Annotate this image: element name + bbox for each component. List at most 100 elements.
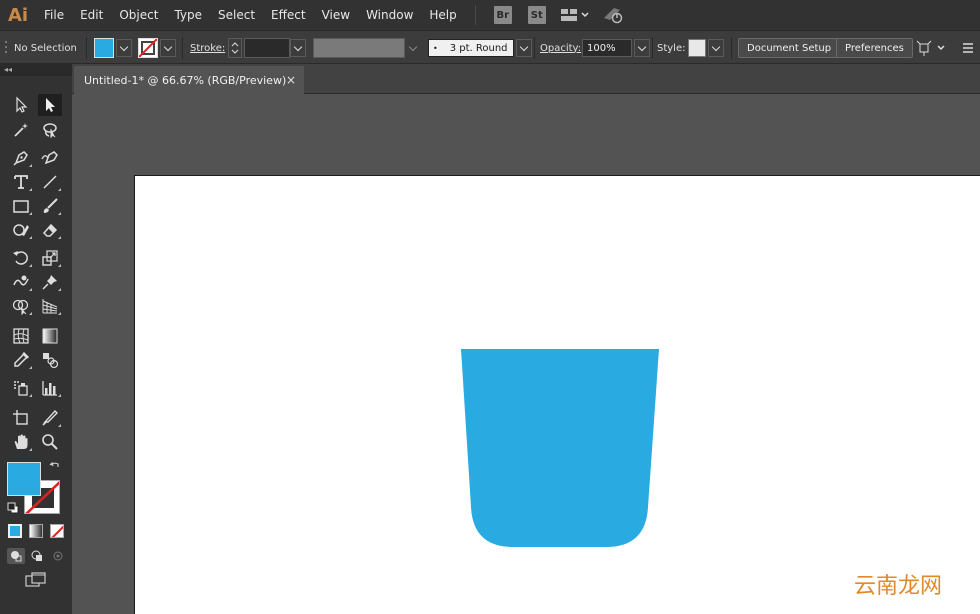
tool-group-indicator bbox=[58, 394, 61, 397]
default-colors-button[interactable] bbox=[7, 502, 19, 514]
menu-window[interactable]: Window bbox=[358, 0, 421, 30]
grip-icon bbox=[5, 41, 7, 53]
shape-builder-tool[interactable] bbox=[9, 295, 33, 317]
canvas-area[interactable]: 云南龙网 bbox=[72, 94, 980, 614]
gradient-tool[interactable] bbox=[38, 325, 62, 347]
artboard[interactable] bbox=[134, 175, 980, 614]
hand-tool[interactable] bbox=[9, 431, 33, 453]
document-setup-button[interactable]: Document Setup bbox=[738, 38, 841, 58]
rectangle-tool[interactable] bbox=[9, 195, 33, 217]
menu-help[interactable]: Help bbox=[421, 0, 464, 30]
menu-effect[interactable]: Effect bbox=[263, 0, 314, 30]
chevron-down-icon bbox=[711, 42, 721, 51]
menu-file[interactable]: File bbox=[36, 0, 72, 30]
close-icon[interactable]: × bbox=[286, 73, 296, 87]
direct-selection-tool[interactable] bbox=[38, 94, 62, 116]
draw-behind-button[interactable] bbox=[28, 548, 46, 564]
bridge-button[interactable]: Br bbox=[493, 6, 512, 24]
variable-width-dropdown[interactable] bbox=[405, 38, 421, 58]
default-colors-icon bbox=[7, 502, 19, 514]
control-bar: No Selection Stroke: • 3 pt. Round Opaci… bbox=[0, 30, 980, 64]
screen-mode-icon bbox=[25, 572, 46, 587]
grip-handle[interactable] bbox=[4, 31, 10, 65]
warp-icon bbox=[13, 275, 29, 286]
paintbrush-tool[interactable] bbox=[38, 195, 62, 217]
fill-color-box[interactable] bbox=[7, 462, 41, 496]
line-segment-tool[interactable] bbox=[38, 171, 62, 193]
fill-dropdown[interactable] bbox=[116, 39, 132, 57]
perspective-grid-tool[interactable] bbox=[38, 295, 62, 317]
tool-group-indicator bbox=[58, 424, 61, 427]
color-mode-button[interactable] bbox=[8, 524, 22, 538]
magic-wand-icon bbox=[14, 123, 28, 137]
gradient-icon bbox=[42, 328, 58, 344]
panel-menu-button[interactable] bbox=[962, 31, 974, 65]
stroke-weight-input[interactable] bbox=[244, 38, 290, 58]
warp-tool[interactable] bbox=[9, 271, 33, 293]
menu-type[interactable]: Type bbox=[166, 0, 210, 30]
style-label: Style: bbox=[657, 42, 686, 54]
tool-group-indicator bbox=[29, 212, 32, 215]
slice-tool[interactable] bbox=[38, 407, 62, 429]
gpu-performance-button[interactable] bbox=[602, 6, 624, 24]
artboard-tool[interactable] bbox=[9, 407, 33, 429]
stroke-dropdown[interactable] bbox=[160, 39, 176, 57]
fill-swatch[interactable] bbox=[94, 38, 114, 58]
cup-path[interactable] bbox=[461, 349, 659, 547]
stroke-swatch[interactable] bbox=[138, 38, 158, 58]
swap-fill-stroke-button[interactable] bbox=[48, 460, 62, 474]
menu-edit[interactable]: Edit bbox=[72, 0, 111, 30]
tool-group-indicator bbox=[58, 264, 61, 267]
graphic-style-swatch[interactable] bbox=[688, 39, 706, 57]
eraser-tool[interactable] bbox=[38, 219, 62, 241]
selection-tool[interactable] bbox=[9, 94, 33, 116]
tool-group-indicator bbox=[29, 236, 32, 239]
stroke-weight-stepper[interactable] bbox=[228, 38, 242, 58]
menu-select[interactable]: Select bbox=[210, 0, 263, 30]
puppet-warp-tool[interactable] bbox=[38, 271, 62, 293]
blend-tool[interactable] bbox=[38, 349, 62, 371]
tool-group-indicator bbox=[29, 366, 32, 369]
graphic-style-dropdown[interactable] bbox=[708, 39, 724, 57]
opacity-value: 100% bbox=[587, 42, 616, 54]
menu-view[interactable]: View bbox=[314, 0, 358, 30]
magnifier-icon bbox=[42, 434, 58, 450]
none-mode-button[interactable] bbox=[50, 524, 64, 538]
brush-definition-field[interactable]: • 3 pt. Round bbox=[428, 39, 514, 57]
selection-arrow-icon bbox=[16, 96, 28, 113]
opacity-dropdown[interactable] bbox=[634, 39, 650, 57]
draw-normal-button[interactable] bbox=[7, 548, 25, 564]
brush-dropdown[interactable] bbox=[516, 39, 532, 57]
curvature-tool[interactable] bbox=[38, 147, 62, 169]
mesh-tool[interactable] bbox=[9, 325, 33, 347]
column-graph-tool[interactable] bbox=[38, 377, 62, 399]
transform-options-button[interactable] bbox=[916, 31, 950, 65]
cup-shape[interactable] bbox=[461, 349, 661, 549]
transform-icon bbox=[916, 40, 945, 56]
gradient-mode-button[interactable] bbox=[29, 524, 43, 538]
eyedropper-tool[interactable] bbox=[9, 349, 33, 371]
pen-nib-icon bbox=[13, 151, 28, 166]
scale-tool[interactable] bbox=[38, 247, 62, 269]
symbol-sprayer-tool[interactable] bbox=[9, 377, 33, 399]
pen-tool[interactable] bbox=[9, 147, 33, 169]
draw-inside-button[interactable] bbox=[49, 548, 67, 564]
divider bbox=[652, 37, 653, 59]
preferences-button[interactable]: Preferences bbox=[836, 38, 913, 58]
zoom-tool[interactable] bbox=[38, 431, 62, 453]
arrange-documents-button[interactable] bbox=[560, 8, 590, 22]
variable-width-profile[interactable] bbox=[313, 38, 405, 58]
shaper-tool[interactable] bbox=[9, 219, 33, 241]
rotate-tool[interactable] bbox=[9, 247, 33, 269]
rectangle-icon bbox=[13, 200, 29, 213]
magic-wand-tool[interactable] bbox=[9, 119, 33, 141]
menu-object[interactable]: Object bbox=[111, 0, 166, 30]
stock-button[interactable]: St bbox=[527, 6, 546, 24]
collapse-panel-button[interactable]: ◂◂ bbox=[0, 64, 72, 76]
type-tool[interactable] bbox=[9, 171, 33, 193]
document-tab[interactable]: Untitled-1* @ 66.67% (RGB/Preview) × bbox=[74, 66, 304, 94]
opacity-input[interactable]: 100% bbox=[582, 39, 632, 57]
lasso-tool[interactable] bbox=[38, 119, 62, 141]
stroke-weight-dropdown[interactable] bbox=[290, 39, 306, 57]
screen-mode-button[interactable] bbox=[24, 571, 48, 589]
